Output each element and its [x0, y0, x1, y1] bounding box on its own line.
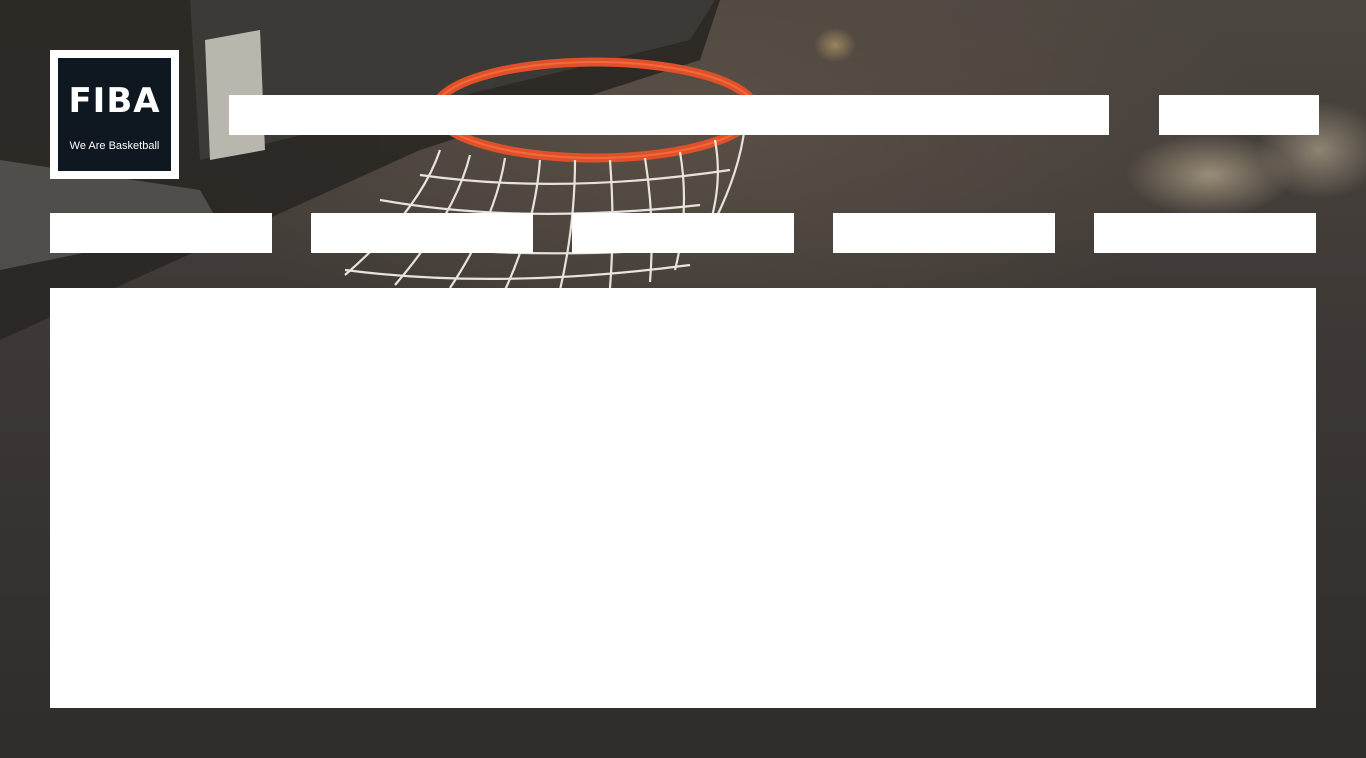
nav-item-3[interactable]	[572, 213, 794, 253]
logo-wordmark: FIBA	[68, 80, 161, 121]
fiba-logo[interactable]: FIBA We Are Basketball	[50, 50, 179, 179]
nav-item-5[interactable]	[1094, 213, 1316, 253]
logo-tagline: We Are Basketball	[69, 139, 160, 152]
nav-item-4[interactable]	[833, 213, 1055, 253]
nav-item-1[interactable]	[50, 213, 272, 253]
main-content-panel	[50, 288, 1316, 708]
nav-item-2[interactable]	[311, 213, 533, 253]
logo-mark: FIBA We Are Basketball	[58, 58, 171, 171]
header-action-placeholder[interactable]	[1159, 95, 1319, 135]
header-search-placeholder[interactable]	[229, 95, 1109, 135]
